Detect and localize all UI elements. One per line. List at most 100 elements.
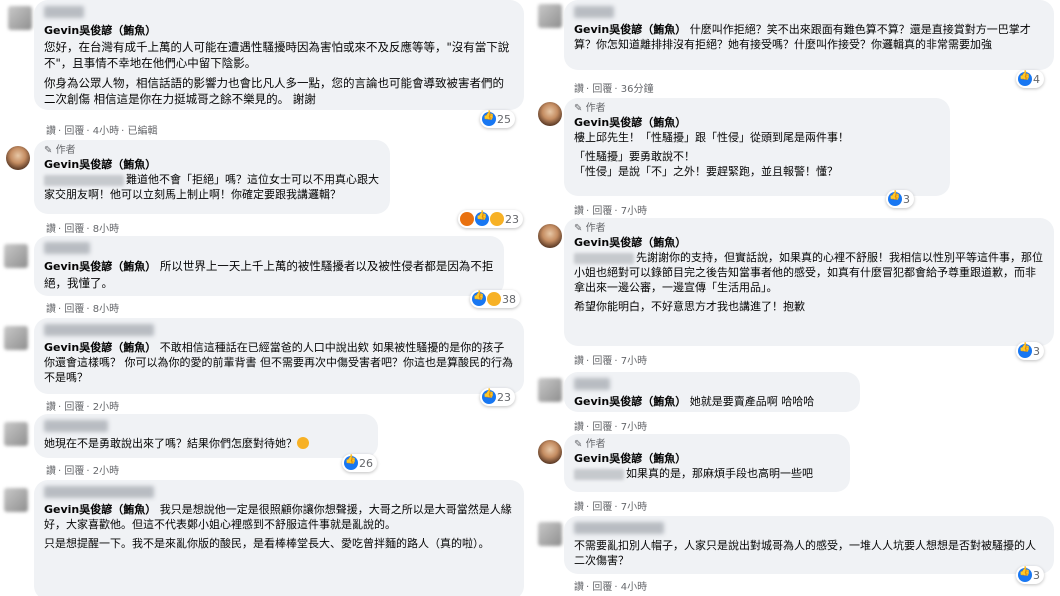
blurred-commenter-name (574, 6, 614, 18)
reply-link[interactable]: 回覆 (64, 126, 84, 137)
blurred-mention (574, 468, 624, 480)
like-link[interactable]: 讚 (574, 582, 584, 593)
timestamp[interactable]: 2小時 (93, 402, 119, 413)
reaction-count[interactable]: 26 (342, 454, 377, 472)
commenter-name[interactable]: Gevin吳俊諺（鮪魚） (574, 116, 686, 129)
like-link[interactable]: 讚 (46, 304, 56, 315)
reaction-count[interactable]: 25 (480, 110, 515, 128)
like-reaction-icon (475, 211, 489, 226)
timestamp[interactable]: 7小時 (621, 422, 647, 433)
comment-text-2: 希望你能明白，不好意思方才我也講進了！抱歉 (574, 300, 805, 313)
reply-link[interactable]: 回覆 (64, 466, 84, 477)
reaction-number: 4 (1033, 72, 1040, 86)
commenter-name[interactable]: Gevin吳俊諺（鮪魚） (574, 236, 686, 249)
like-link[interactable]: 讚 (574, 84, 584, 95)
avatar[interactable] (538, 4, 562, 28)
author-avatar[interactable] (538, 102, 562, 126)
reaction-count[interactable]: 3 (1016, 566, 1044, 584)
comment-bubble: Gevin吳俊諺（鮪魚） 您好，在台灣有成千上萬的人可能在遭遇性騷擾時因為害怕或… (34, 0, 524, 110)
comment-text: 她就是要賣產品啊 哈哈哈 (689, 395, 815, 408)
blurred-commenter-name (44, 242, 90, 254)
like-link[interactable]: 讚 (46, 224, 56, 235)
avatar[interactable] (538, 378, 562, 402)
like-reaction-icon (482, 111, 496, 126)
reaction-count[interactable]: 4 (1016, 70, 1044, 88)
like-reaction-icon (1018, 71, 1032, 86)
reaction-count[interactable]: 23 (458, 210, 523, 228)
reaction-number: 3 (1033, 344, 1040, 358)
reaction-number: 3 (903, 192, 910, 206)
blurred-commenter-name (44, 324, 154, 336)
comment-bubble: ✎ 作者 Gevin吳俊諺（鮪魚） 如果真的是，那麻煩手段也高明一些吧 (564, 434, 850, 492)
timestamp[interactable]: 8小時 (93, 224, 119, 235)
like-link[interactable]: 讚 (574, 422, 584, 433)
reaction-count[interactable]: 3 (1016, 342, 1044, 360)
reply-link[interactable]: 回覆 (592, 502, 612, 513)
reaction-count[interactable]: 3 (886, 190, 914, 208)
comment-meta: 讚 · 回覆 · 7小時 (574, 206, 648, 217)
timestamp[interactable]: 7小時 (621, 356, 647, 367)
like-link[interactable]: 讚 (574, 502, 584, 513)
reply-link[interactable]: 回覆 (592, 356, 612, 367)
comment-text: 樓上邱先生！「性騷擾」跟「性侵」從頭到尾是兩件事！ (574, 131, 849, 144)
author-avatar[interactable] (538, 224, 562, 248)
blurred-commenter-name (574, 522, 664, 534)
author-badge: ✎ 作者 (574, 439, 606, 450)
comment-bubble: ✎ 作者 Gevin吳俊諺（鮪魚） 先謝謝你的支持，但實話說，如果真的心裡不舒服… (564, 218, 1054, 346)
avatar[interactable] (4, 244, 28, 268)
author-avatar[interactable] (6, 146, 30, 170)
reply-link[interactable]: 回覆 (64, 402, 84, 413)
comment-meta: 讚 · 回覆 · 8小時 (46, 304, 120, 315)
tagged-name[interactable]: Gevin吳俊諺（鮪魚） (44, 260, 156, 273)
edited-label: 已編輯 (127, 126, 158, 137)
timestamp[interactable]: 7小時 (621, 502, 647, 513)
tagged-name[interactable]: Gevin吳俊諺（鮪魚） (574, 23, 686, 36)
like-link[interactable]: 讚 (574, 206, 584, 217)
tagged-name[interactable]: Gevin吳俊諺（鮪魚） (574, 395, 686, 408)
avatar[interactable] (4, 488, 28, 512)
like-link[interactable]: 讚 (46, 126, 56, 137)
avatar[interactable] (4, 326, 28, 350)
reply-link[interactable]: 回覆 (64, 304, 84, 315)
tagged-name[interactable]: Gevin吳俊諺（鮪魚） (44, 503, 156, 516)
author-avatar[interactable] (538, 440, 562, 464)
reaction-number: 23 (497, 390, 511, 404)
like-link[interactable]: 讚 (574, 356, 584, 367)
comment-meta: 讚 · 回覆 · 2小時 (46, 466, 120, 477)
avatar[interactable] (8, 6, 32, 30)
avatar[interactable] (538, 522, 562, 546)
timestamp[interactable]: 7小時 (621, 206, 647, 217)
reaction-count[interactable]: 38 (470, 290, 520, 308)
sweat-emoji-icon (297, 437, 309, 449)
reply-link[interactable]: 回覆 (592, 84, 612, 95)
comment-bubble: Gevin吳俊諺（鮪魚） 什麼叫作拒絕？笑不出來跟面有難色算不算？還是直接賞對方… (564, 0, 1054, 70)
avatar[interactable] (4, 422, 28, 446)
reaction-number: 25 (497, 112, 511, 126)
timestamp[interactable]: 8小時 (93, 304, 119, 315)
comment-bubble: Gevin吳俊諺（鮪魚） 不敢相信這種話在已經當爸的人口中說出欸 如果被性騷擾的… (34, 318, 524, 394)
timestamp[interactable]: 4小時 (93, 126, 119, 137)
haha-reaction-icon (487, 292, 501, 306)
reaction-count[interactable]: 23 (480, 388, 515, 406)
left-comment-column: Gevin吳俊諺（鮪魚） 您好，在台灣有成千上萬的人可能在遭遇性騷擾時因為害怕或… (0, 0, 530, 596)
comment-meta: 讚 · 回覆 · 7小時 (574, 502, 648, 513)
tagged-name[interactable]: Gevin吳俊諺（鮪魚） (44, 24, 156, 37)
timestamp[interactable]: 36分鐘 (621, 84, 654, 95)
commenter-name[interactable]: Gevin吳俊諺（鮪魚） (44, 158, 156, 171)
author-badge: ✎ 作者 (574, 103, 606, 114)
comment-bubble: Gevin吳俊諺（鮪魚） 我只是想說他一定是很照顧你讓你想聲援，大哥之所以是大哥… (34, 480, 524, 596)
blurred-commenter-name (574, 378, 610, 390)
reply-link[interactable]: 回覆 (592, 206, 612, 217)
comment-bubble: Gevin吳俊諺（鮪魚） 她就是要賣產品啊 哈哈哈 (564, 372, 860, 412)
timestamp[interactable]: 4小時 (621, 582, 647, 593)
like-link[interactable]: 讚 (46, 466, 56, 477)
comment-text-2: 「性騷擾」要勇敢說不！ 「性侵」是說「不」之外！要趕緊跑，並且報警！懂？ (574, 150, 838, 178)
reply-link[interactable]: 回覆 (592, 582, 612, 593)
tagged-name[interactable]: Gevin吳俊諺（鮪魚） (44, 341, 156, 354)
comment-text: 不需要亂扣別人帽子，人家只是說出對城哥為人的感受，一堆人人坑要人想想是否對被騷擾… (574, 539, 1036, 567)
like-link[interactable]: 讚 (46, 402, 56, 413)
reply-link[interactable]: 回覆 (592, 422, 612, 433)
commenter-name[interactable]: Gevin吳俊諺（鮪魚） (574, 452, 686, 465)
timestamp[interactable]: 2小時 (93, 466, 119, 477)
reply-link[interactable]: 回覆 (64, 224, 84, 235)
